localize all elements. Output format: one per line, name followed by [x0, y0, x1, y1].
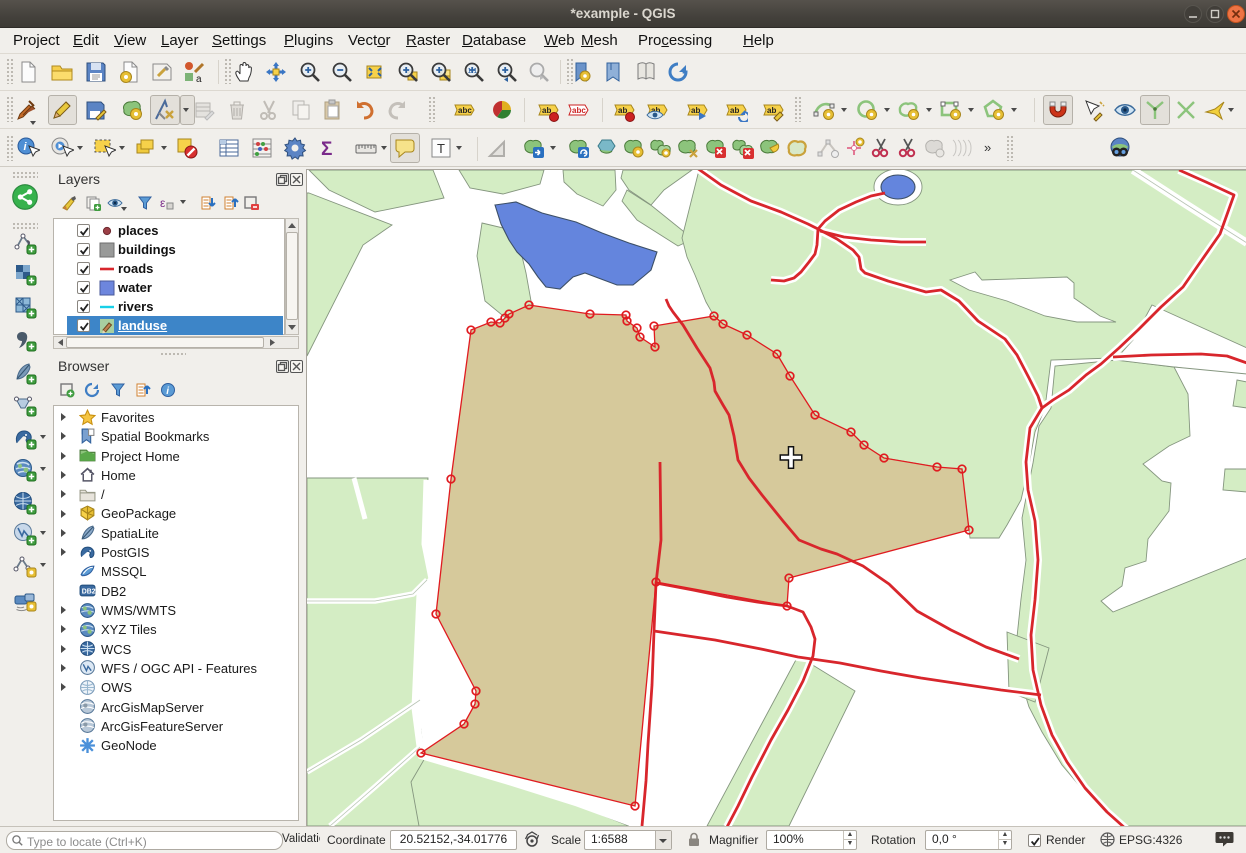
svg-text:1:1: 1:1: [468, 68, 478, 75]
svg-text:abc: abc: [572, 106, 586, 115]
svg-text:ε: ε: [160, 196, 166, 210]
svg-text:ab: ab: [730, 106, 739, 115]
svg-text:DB2: DB2: [82, 589, 96, 596]
svg-text:ab: ab: [767, 106, 776, 115]
svg-text:ab: ab: [542, 106, 551, 115]
svg-text:ab: ab: [618, 106, 627, 115]
svg-text:T: T: [437, 141, 445, 156]
svg-text:a: a: [196, 74, 202, 84]
svg-text:Σ: Σ: [321, 139, 332, 160]
svg-text:abc: abc: [458, 106, 472, 115]
svg-text:i: i: [166, 386, 169, 397]
